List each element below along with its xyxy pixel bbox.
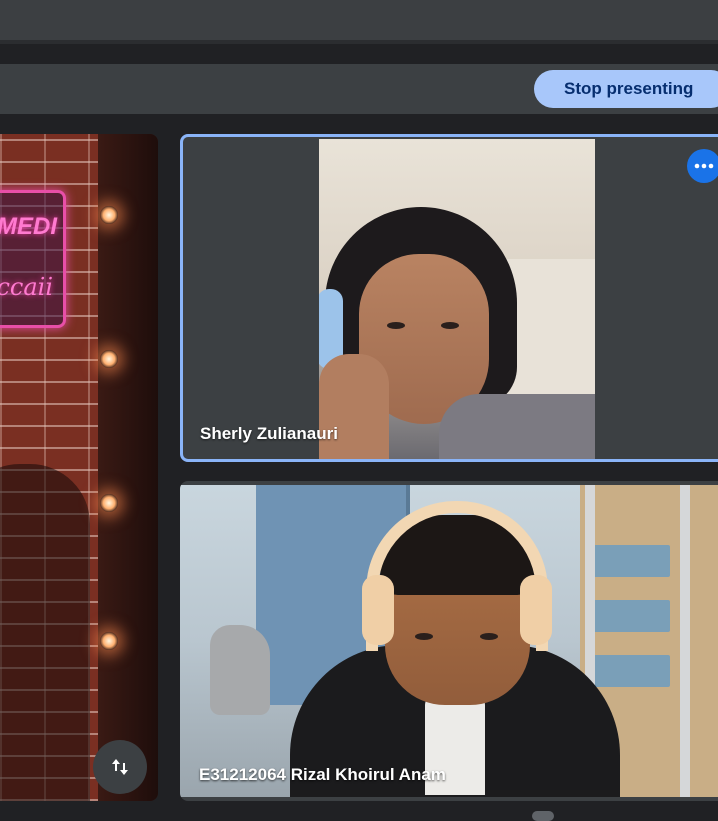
- participant-video: [319, 139, 595, 459]
- participant-shirt: [439, 394, 595, 459]
- window-top-bar: [0, 0, 718, 40]
- drawer: [590, 600, 670, 632]
- drawer: [590, 655, 670, 687]
- neon-sign-text-top: MEDI: [0, 213, 57, 240]
- presentation-tile: MEDI ccaii: [0, 134, 158, 801]
- silhouette-shadow: [0, 464, 90, 801]
- swap-layout-button[interactable]: [93, 740, 147, 794]
- neon-sign: MEDI ccaii: [0, 190, 66, 328]
- more-horiz-icon: [694, 163, 714, 169]
- participant-tile[interactable]: E31212064 Rizal Khoirul Anam: [180, 481, 718, 801]
- participant-tile[interactable]: Sherly Zulianauri: [180, 134, 718, 462]
- neon-sign-text-bottom: ccaii: [0, 273, 53, 301]
- bunk-ladder: [680, 485, 690, 797]
- swap-vert-icon: [112, 759, 128, 775]
- light-bulb: [100, 206, 118, 224]
- participant-name: Sherly Zulianauri: [200, 424, 338, 443]
- top-bar-divider: [0, 40, 718, 44]
- headphone-cup: [520, 575, 552, 645]
- stop-presenting-button[interactable]: Stop presenting: [534, 70, 718, 108]
- eye: [387, 322, 405, 329]
- participant-name: E31212064 Rizal Khoirul Anam: [199, 765, 446, 784]
- participant-video: [180, 485, 718, 797]
- light-bulb: [100, 350, 118, 368]
- participant-options-button[interactable]: [687, 149, 718, 183]
- stage-pillar: [98, 134, 158, 801]
- drawer: [590, 545, 670, 577]
- headphone-cup: [362, 575, 394, 645]
- eye: [441, 322, 459, 329]
- plastic-bag: [210, 625, 270, 715]
- scroll-indicator[interactable]: [532, 811, 554, 821]
- light-bulb: [100, 632, 118, 650]
- light-bulb: [100, 494, 118, 512]
